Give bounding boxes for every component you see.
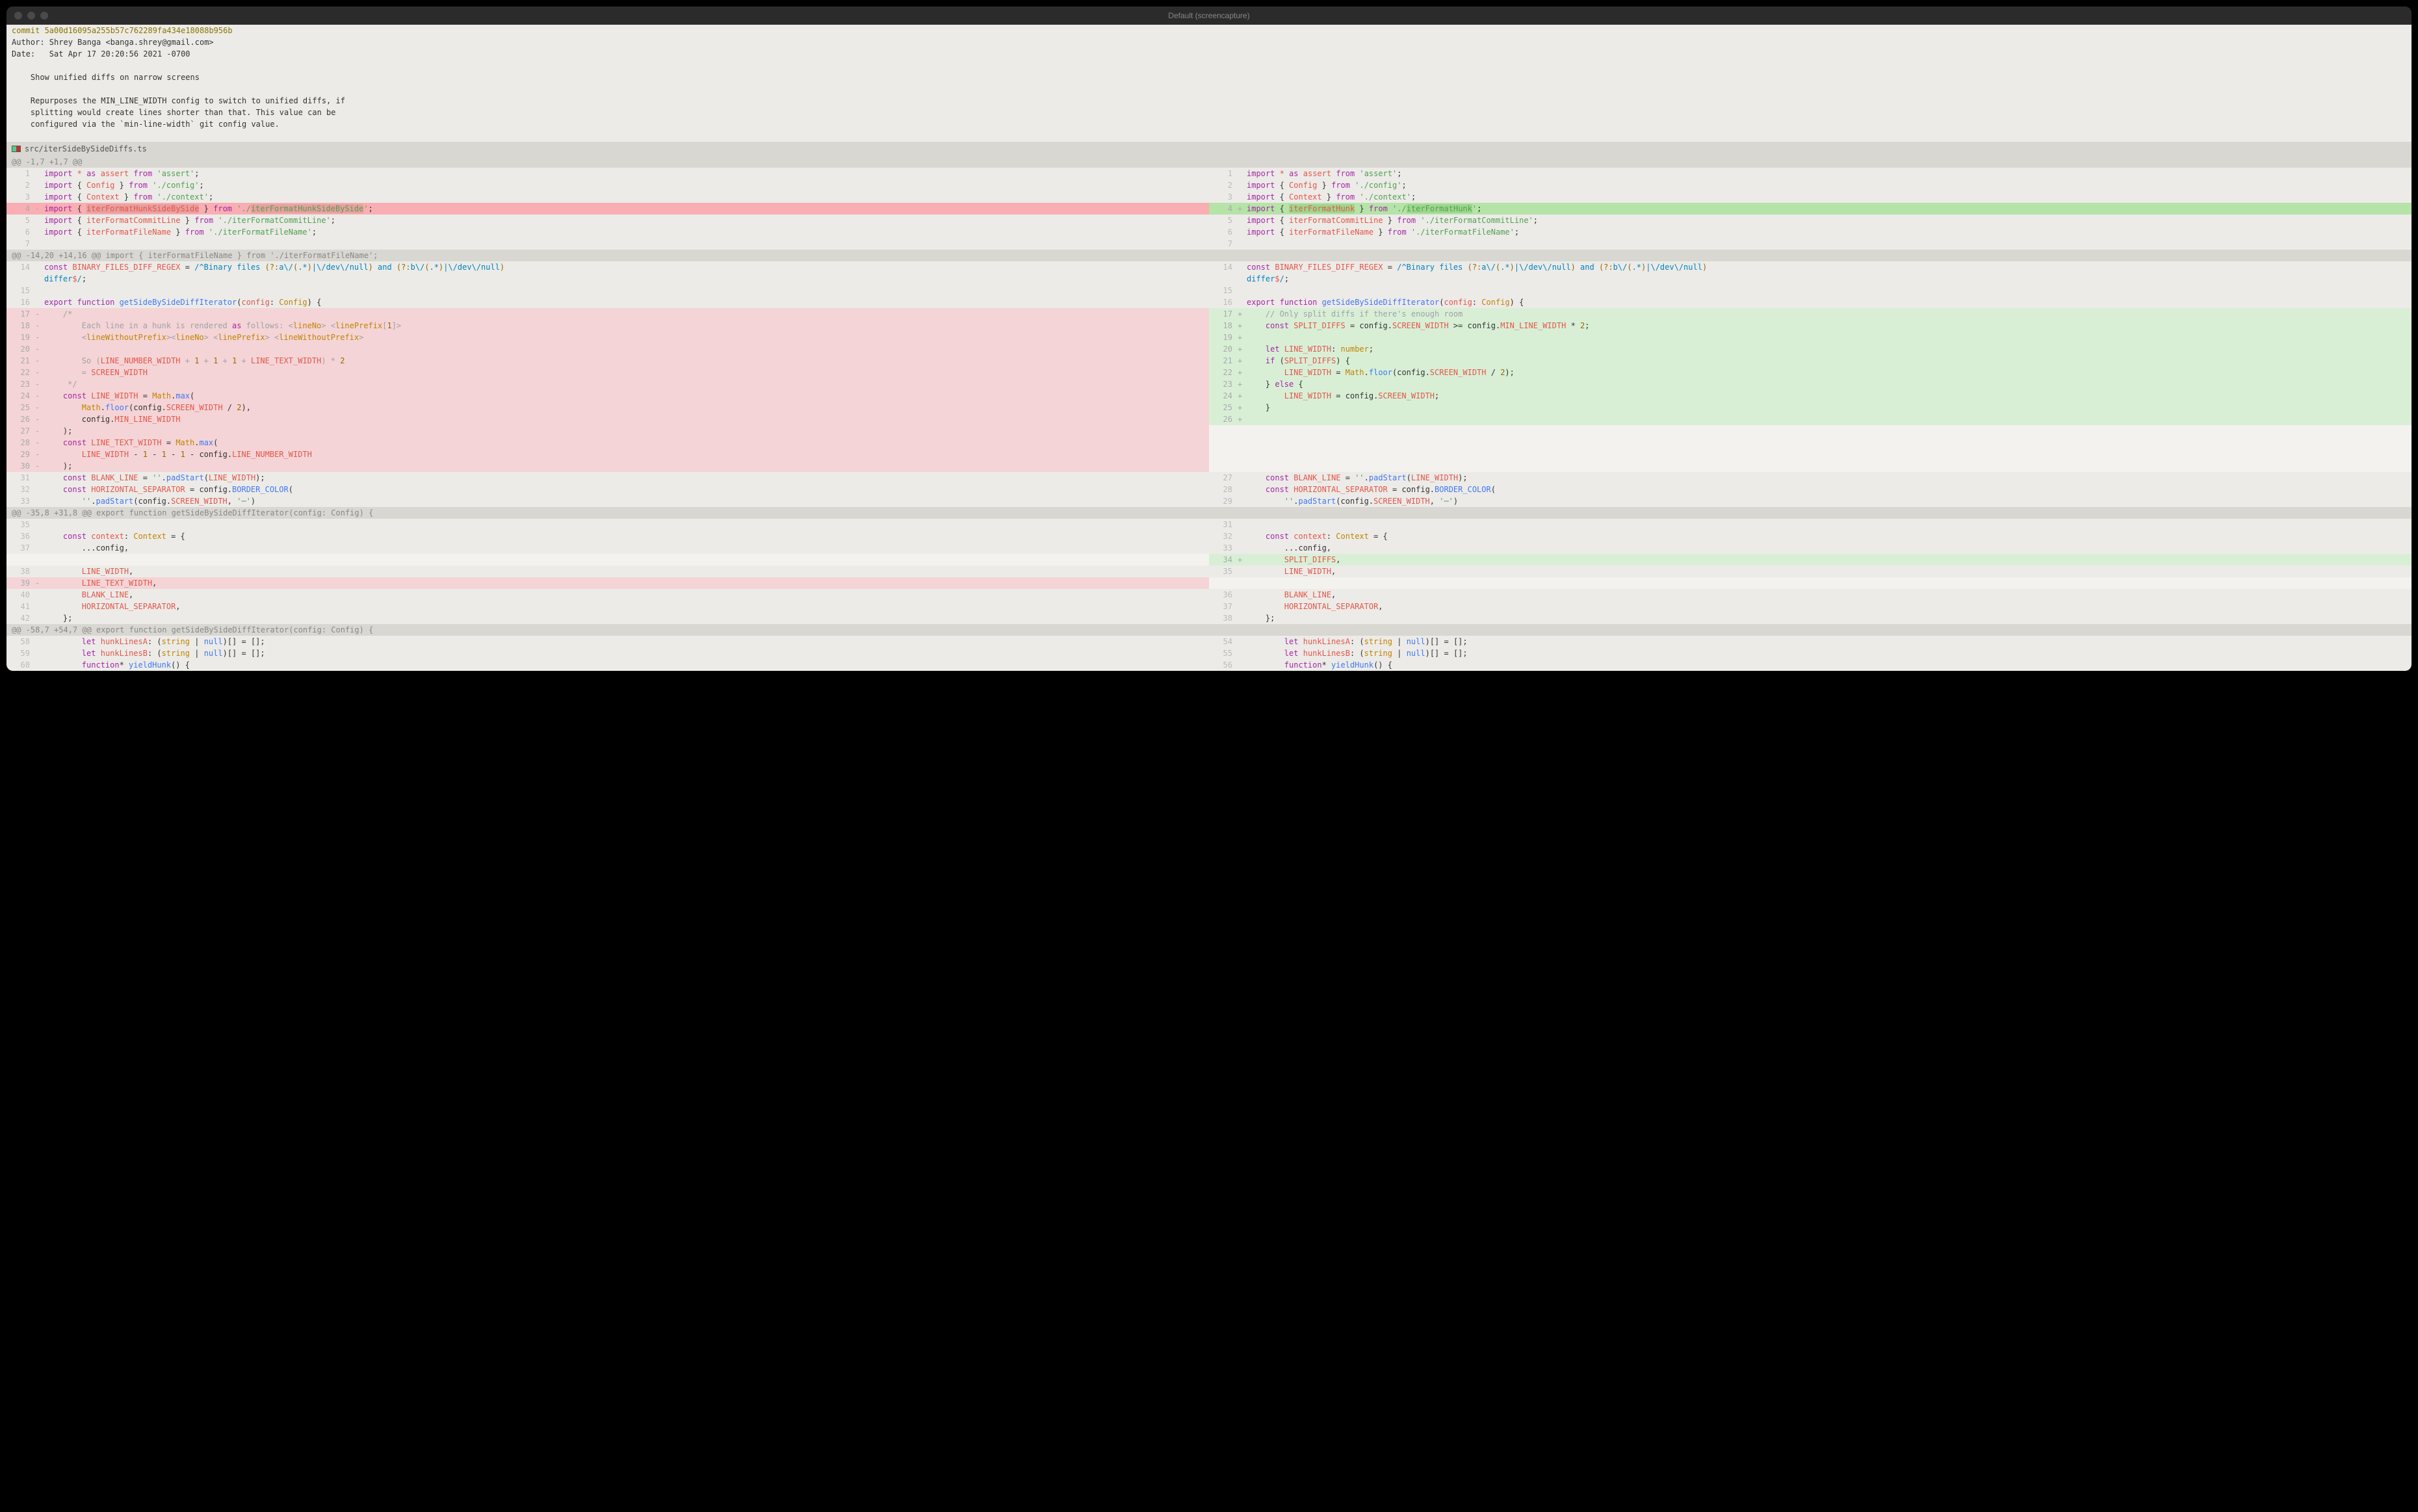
window: Default (screencapture) commit 5a00d1609…	[6, 7, 2412, 671]
code-line: import { Context } from './context';	[44, 191, 1209, 203]
file-header: src/iterSideBySideDiffs.ts	[6, 142, 2412, 156]
commit-header: commit 5a00d16095a255b57c762289fa434e180…	[6, 25, 2412, 142]
code-line: export function getSideBySideDiffIterato…	[44, 296, 1209, 308]
code-line: BLANK_LINE,	[1247, 589, 2412, 601]
code-line: const LINE_WIDTH = Math.max(	[44, 390, 1209, 402]
code-line: export function getSideBySideDiffIterato…	[1247, 296, 2412, 308]
code-line: ...config,	[44, 542, 1209, 554]
lineno: 1	[6, 168, 35, 179]
commit-author: Author: Shrey Banga <banga.shrey@gmail.c…	[12, 36, 2406, 48]
code-line: const BINARY_FILES_DIFF_REGEX = /^Binary…	[1247, 261, 2412, 273]
diff-body: 58 let hunkLinesA: (string | null)[] = […	[6, 636, 2412, 671]
code-line: So (LINE_NUMBER_WIDTH + 1 + 1 + 1 + LINE…	[44, 355, 1209, 367]
code-line: );	[44, 460, 1209, 472]
code-line: Each line in a hunk is rendered as follo…	[44, 320, 1209, 332]
code-line: import { iterFormatFileName } from './it…	[44, 226, 1209, 238]
code-line: import { iterFormatCommitLine } from './…	[44, 215, 1209, 226]
code-line: let LINE_WIDTH: number;	[1247, 343, 2412, 355]
diff-body: 1 import * as assert from 'assert'; 2 im…	[6, 168, 2412, 250]
commit-hash: 5a00d16095a255b57c762289fa434e18088b956b	[45, 26, 233, 35]
code-line: LINE_WIDTH,	[44, 566, 1209, 577]
code-line: const BINARY_FILES_DIFF_REGEX = /^Binary…	[44, 261, 1209, 273]
code-line: LINE_WIDTH = config.SCREEN_WIDTH;	[1247, 390, 2412, 402]
code-line: let hunkLinesA: (string | null)[] = [];	[44, 636, 1209, 647]
code-line: Math.floor(config.SCREEN_WIDTH / 2),	[44, 402, 1209, 413]
code-line: const context: Context = {	[44, 530, 1209, 542]
code-line: const LINE_TEXT_WIDTH = Math.max(	[44, 437, 1209, 449]
code-line: import * as assert from 'assert';	[44, 168, 1209, 179]
code-line: };	[1247, 612, 2412, 624]
hunk-header: @@ -14,20 +14,16 @@ import { iterFormatF…	[6, 250, 2412, 261]
code-line: HORIZONTAL_SEPARATOR,	[1247, 601, 2412, 612]
code-line: );	[44, 425, 1209, 437]
code-line: // Only split diffs if there's enough ro…	[1247, 308, 2412, 320]
commit-msg: Repurposes the MIN_LINE_WIDTH config to …	[12, 95, 2406, 107]
code-line: = SCREEN_WIDTH	[44, 367, 1209, 378]
code-line: let hunkLinesA: (string | null)[] = [];	[1247, 636, 2412, 647]
code-line: function* yieldHunk() {	[44, 659, 1209, 671]
terminal: commit 5a00d16095a255b57c762289fa434e180…	[6, 25, 2412, 671]
code-line: /*	[44, 308, 1209, 320]
code-line: import { iterFormatHunk } from './iterFo…	[1247, 203, 2412, 215]
code-line: let hunkLinesB: (string | null)[] = [];	[44, 647, 1209, 659]
code-line: HORIZONTAL_SEPARATOR,	[44, 601, 1209, 612]
hunk-header: @@ -58,7 +54,7 @@ export function getSid…	[6, 624, 2412, 636]
code-line: <lineWithoutPrefix><lineNo> <linePrefix>…	[44, 332, 1209, 343]
code-line: SPLIT_DIFFS,	[1247, 554, 2412, 566]
code-line: differ$/;	[44, 273, 1209, 285]
file-path: src/iterSideBySideDiffs.ts	[25, 143, 147, 155]
code-line: const BLANK_LINE = ''.padStart(LINE_WIDT…	[44, 472, 1209, 484]
code-line: import { Config } from './config';	[44, 179, 1209, 191]
code-line: import { iterFormatHunkSideBySide } from…	[44, 203, 1209, 215]
code-line: config.MIN_LINE_WIDTH	[44, 413, 1209, 425]
code-line: const HORIZONTAL_SEPARATOR = config.BORD…	[1247, 484, 2412, 495]
code-line: let hunkLinesB: (string | null)[] = [];	[1247, 647, 2412, 659]
window-title: Default (screencapture)	[6, 10, 2412, 21]
commit-date: Date: Sat Apr 17 20:20:56 2021 -0700	[12, 48, 2406, 60]
pane-right: 1 import * as assert from 'assert'; 2 im…	[1209, 168, 2412, 250]
hunk-header: @@ -1,7 +1,7 @@	[6, 156, 2412, 168]
code-line: LINE_TEXT_WIDTH,	[44, 577, 1209, 589]
code-line: const context: Context = {	[1247, 530, 2412, 542]
commit-msg: splitting would create lines shorter tha…	[12, 107, 2406, 118]
code-line: const HORIZONTAL_SEPARATOR = config.BORD…	[44, 484, 1209, 495]
code-line: LINE_WIDTH - 1 - 1 - 1 - config.LINE_NUM…	[44, 449, 1209, 460]
code-line: ...config,	[1247, 542, 2412, 554]
diff-file-icon	[12, 146, 21, 152]
titlebar: Default (screencapture)	[6, 7, 2412, 25]
code-line: ''.padStart(config.SCREEN_WIDTH, '─')	[44, 495, 1209, 507]
code-line: LINE_WIDTH = Math.floor(config.SCREEN_WI…	[1247, 367, 2412, 378]
diff-body: 14 const BINARY_FILES_DIFF_REGEX = /^Bin…	[6, 261, 2412, 507]
code-line: ''.padStart(config.SCREEN_WIDTH, '─')	[1247, 495, 2412, 507]
code-line: function* yieldHunk() {	[1247, 659, 2412, 671]
code-line: differ$/;	[1247, 273, 2412, 285]
commit-msg: Show unified diffs on narrow screens	[12, 72, 2406, 83]
code-line: BLANK_LINE,	[44, 589, 1209, 601]
diff-body: 35 36 const context: Context = { 37 ...c…	[6, 519, 2412, 624]
code-line: };	[44, 612, 1209, 624]
code-line: }	[1247, 402, 2412, 413]
code-line: import { iterFormatFileName } from './it…	[1247, 226, 2412, 238]
code-line: if (SPLIT_DIFFS) {	[1247, 355, 2412, 367]
pane-left: 1 import * as assert from 'assert'; 2 im…	[6, 168, 1209, 250]
commit-msg: configured via the `min-line-width` git …	[12, 118, 2406, 130]
code-line: const SPLIT_DIFFS = config.SCREEN_WIDTH …	[1247, 320, 2412, 332]
code-line: const BLANK_LINE = ''.padStart(LINE_WIDT…	[1247, 472, 2412, 484]
code-line: */	[44, 378, 1209, 390]
code-line: import { iterFormatCommitLine } from './…	[1247, 215, 2412, 226]
code-line: import * as assert from 'assert';	[1247, 168, 2412, 179]
code-line: import { Context } from './context';	[1247, 191, 2412, 203]
code-line: } else {	[1247, 378, 2412, 390]
commit-label: commit	[12, 26, 45, 35]
code-line: LINE_WIDTH,	[1247, 566, 2412, 577]
hunk-header: @@ -35,8 +31,8 @@ export function getSid…	[6, 507, 2412, 519]
code-line: import { Config } from './config';	[1247, 179, 2412, 191]
